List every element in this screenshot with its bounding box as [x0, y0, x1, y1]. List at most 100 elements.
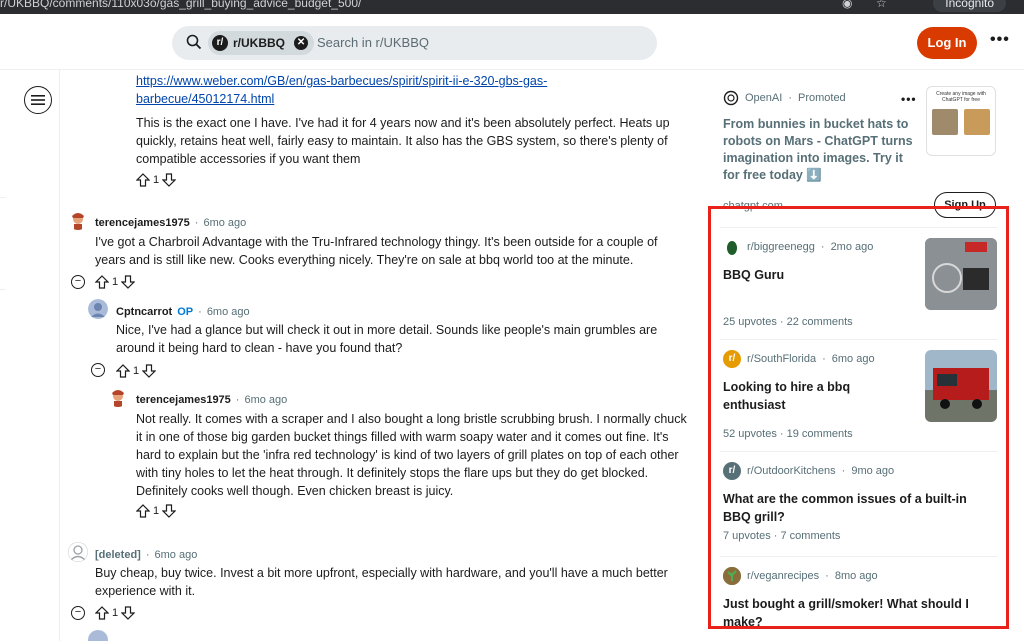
- op-badge: OP: [177, 306, 194, 318]
- related-post[interactable]: r/veganrecipes · 8mo ago Just bought a g…: [720, 556, 998, 641]
- menu-button[interactable]: [24, 86, 52, 114]
- openai-logo-icon: [723, 90, 739, 106]
- divider: [0, 289, 6, 290]
- vote-controls: 1: [95, 604, 136, 622]
- vote-count: 1: [112, 276, 119, 288]
- community-filter-chip[interactable]: r/ r/UKBBQ ✕: [208, 31, 315, 55]
- timestamp: 6mo ago: [203, 217, 247, 229]
- search-input[interactable]: Search in r/UKBBQ: [317, 35, 429, 50]
- comment-meta: Cptncarrot OP · 6mo ago: [116, 303, 250, 321]
- username[interactable]: Cptncarrot: [116, 303, 172, 321]
- comment-body: I've got a Charbroil Advantage with the …: [95, 235, 658, 267]
- username[interactable]: terencejames1975: [136, 391, 231, 409]
- advertiser-name[interactable]: OpenAI: [745, 92, 782, 104]
- vote-controls: 1: [95, 273, 136, 291]
- promoted-label: Promoted: [797, 92, 846, 104]
- search-bar[interactable]: r/ r/UKBBQ ✕ Search in r/UKBBQ: [172, 26, 657, 60]
- downvote-icon[interactable]: [121, 606, 136, 620]
- collapse-icon[interactable]: −: [91, 363, 105, 377]
- comment-count: 7 comments: [780, 530, 841, 542]
- comment-meta: terencejames1975 · 6mo ago: [136, 391, 287, 409]
- upvote-icon[interactable]: [95, 275, 109, 289]
- post-title[interactable]: Just bought a grill/smoker! What should …: [723, 595, 983, 631]
- login-button[interactable]: Log In: [917, 27, 977, 59]
- collapse-icon[interactable]: −: [71, 275, 85, 289]
- search-icon: [186, 34, 202, 50]
- comment-count: 19 comments: [786, 428, 853, 440]
- avatar[interactable]: [88, 299, 108, 319]
- comment-body: Buy cheap, buy twice. Invest a bit more …: [95, 566, 668, 598]
- downvote-icon[interactable]: [162, 504, 177, 518]
- community-avatar: r/: [212, 35, 228, 51]
- subreddit-name[interactable]: r/OutdoorKitchens: [747, 465, 836, 477]
- site-header: r/ r/UKBBQ ✕ Search in r/UKBBQ Log In ••…: [0, 14, 1024, 70]
- comment-body: This is the exact one I have. I've had i…: [136, 116, 670, 166]
- subreddit-avatar: [723, 238, 741, 256]
- upvote-count: 52 upvotes: [723, 428, 777, 440]
- post-title[interactable]: BBQ Guru: [723, 266, 913, 284]
- ad-title[interactable]: From bunnies in bucket hats to robots on…: [723, 116, 918, 184]
- eye-off-icon[interactable]: ◉: [842, 0, 852, 10]
- upvote-icon[interactable]: [136, 504, 150, 518]
- downvote-icon[interactable]: [162, 173, 177, 187]
- username: [deleted]: [95, 549, 141, 561]
- vote-controls: 1: [136, 171, 177, 189]
- timestamp: 6mo ago: [244, 394, 288, 406]
- ad-domain[interactable]: chatgpt.com: [723, 200, 783, 212]
- ad-more-icon[interactable]: •••: [901, 92, 917, 106]
- comment-count: 22 comments: [786, 316, 853, 328]
- username[interactable]: terencejames1975: [95, 214, 190, 232]
- browser-url-bar[interactable]: r/UKBBQ/comments/110x03o/gas_grill_buyin…: [0, 0, 1024, 14]
- avatar[interactable]: [88, 630, 108, 641]
- downvote-icon[interactable]: [142, 364, 157, 378]
- url-text[interactable]: r/UKBBQ/comments/110x03o/gas_grill_buyin…: [0, 0, 361, 10]
- signup-button[interactable]: Sign Up: [934, 192, 996, 218]
- post-time: 2mo ago: [830, 241, 874, 253]
- incognito-badge[interactable]: Incognito: [933, 0, 1006, 12]
- upvote-count: 7 upvotes: [723, 530, 771, 542]
- avatar[interactable]: [108, 387, 128, 407]
- hamburger-icon: [31, 95, 45, 105]
- downvote-icon[interactable]: [121, 275, 136, 289]
- post-thumbnail[interactable]: [925, 238, 997, 310]
- post-time: 8mo ago: [834, 570, 878, 582]
- vote-count: 1: [112, 607, 119, 619]
- related-post[interactable]: r/biggreenegg · 2mo ago BBQ Guru 25 upvo…: [720, 227, 998, 339]
- post-thumbnail[interactable]: [925, 350, 997, 422]
- close-icon[interactable]: ✕: [294, 36, 309, 50]
- post-time: 6mo ago: [831, 353, 875, 365]
- avatar[interactable]: [68, 210, 88, 230]
- related-post[interactable]: r/ r/OutdoorKitchens · 9mo ago What are …: [720, 451, 998, 563]
- comment-thread: https://www.weber.com/GB/en/gas-barbecue…: [60, 70, 700, 641]
- subreddit-avatar: [723, 567, 741, 585]
- post-title[interactable]: What are the common issues of a built-in…: [723, 490, 983, 526]
- more-options-icon[interactable]: •••: [990, 31, 1010, 49]
- subreddit-name[interactable]: r/veganrecipes: [747, 570, 819, 582]
- upvote-count: 25 upvotes: [723, 316, 777, 328]
- comment-meta: terencejames1975 · 6mo ago: [95, 214, 246, 232]
- vote-count: 1: [153, 174, 160, 186]
- upvote-icon[interactable]: [95, 606, 109, 620]
- subreddit-name[interactable]: r/SouthFlorida: [747, 353, 816, 365]
- weber-product-link[interactable]: https://www.weber.com/GB/en/gas-barbecue…: [136, 72, 606, 108]
- post-title[interactable]: Looking to hire a bbq enthusiast: [723, 378, 913, 414]
- timestamp: 6mo ago: [206, 306, 250, 318]
- upvote-icon[interactable]: [116, 364, 130, 378]
- avatar[interactable]: [68, 542, 88, 562]
- divider: [0, 197, 6, 198]
- ad-thumbnail[interactable]: Create any image with ChatGPT for free: [926, 86, 996, 156]
- subreddit-avatar: r/: [723, 350, 741, 368]
- related-post[interactable]: r/ r/SouthFlorida · 6mo ago Looking to h…: [720, 339, 998, 451]
- left-rail: [0, 70, 60, 641]
- star-icon[interactable]: ☆: [876, 0, 887, 10]
- community-chip-label: r/UKBBQ: [233, 36, 286, 50]
- vote-controls: 1: [136, 502, 177, 520]
- subreddit-name[interactable]: r/biggreenegg: [747, 241, 815, 253]
- comment-meta: [deleted] · 6mo ago: [95, 546, 197, 564]
- collapse-icon[interactable]: −: [71, 606, 85, 620]
- upvote-icon[interactable]: [136, 173, 150, 187]
- comment-body: Not really. It comes with a scraper and …: [136, 412, 687, 498]
- timestamp: 6mo ago: [154, 549, 198, 561]
- subreddit-avatar: r/: [723, 462, 741, 480]
- right-sidebar: OpenAI · Promoted ••• From bunnies in bu…: [712, 70, 1002, 641]
